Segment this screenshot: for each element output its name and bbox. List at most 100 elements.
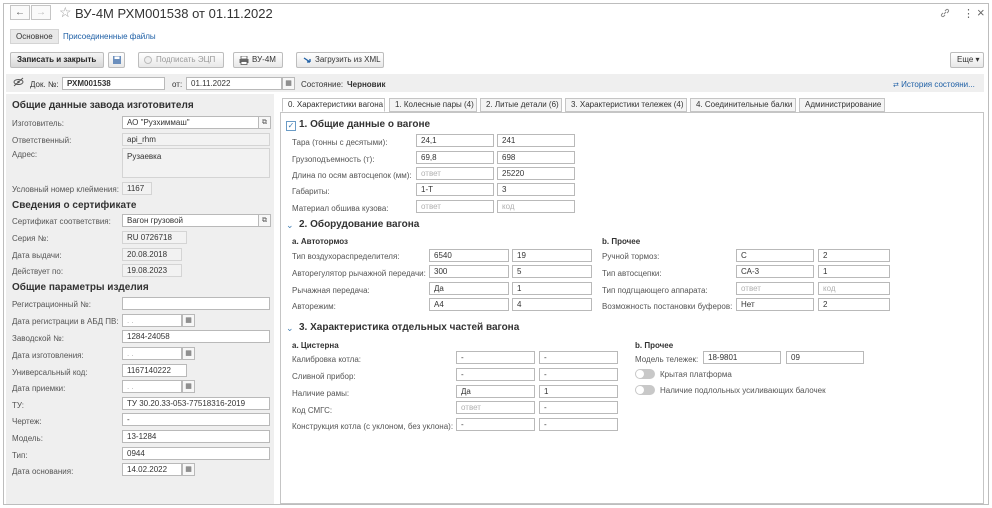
calendar-icon[interactable]: ▦ <box>282 77 295 90</box>
s1-row-value-b[interactable]: 25220 <box>497 167 575 180</box>
doc-date-field[interactable]: 01.11.2022 <box>186 77 282 90</box>
s2b-row-value-b[interactable]: 2 <box>818 298 890 311</box>
covered-platform-toggle[interactable] <box>635 369 655 379</box>
forward-button[interactable]: → <box>31 5 51 20</box>
s1-row-label: Тара (тонны с десятыми): <box>292 138 388 147</box>
s3a-row-value-b[interactable]: - <box>539 418 618 431</box>
bogie-model-value-a[interactable]: 18-9801 <box>703 351 781 364</box>
save-and-close-button[interactable]: Записать и закрыть <box>10 52 104 68</box>
s3a-row-value-a[interactable]: Да <box>456 385 535 398</box>
history-link[interactable]: ⇄ История состояни... <box>893 79 975 91</box>
manufacturer-label: Изготовитель: <box>12 119 64 128</box>
responsible-label: Ответственный: <box>12 136 72 145</box>
s1-row-label: Длина по осям автосцепок (мм): <box>292 171 412 180</box>
s2a-row-value-b[interactable]: 4 <box>512 298 592 311</box>
calendar-icon[interactable]: ▦ <box>182 347 195 360</box>
doc-no-field[interactable]: РХМ001538 <box>62 77 165 90</box>
cert-field[interactable]: Вагон грузовой <box>122 214 259 227</box>
chevron-down-icon[interactable]: ⌄ <box>286 323 294 334</box>
factory-no-field[interactable]: 1284-24058 <box>122 330 270 343</box>
universal-code-field[interactable]: 1167140222 <box>122 364 187 377</box>
s1-row-value-b[interactable]: 698 <box>497 151 575 164</box>
link-icon[interactable] <box>940 8 950 20</box>
close-icon[interactable]: × <box>977 5 985 20</box>
s3a-row-value-a[interactable]: - <box>456 418 535 431</box>
s2a-row-label: Тип воздухораспределителя: <box>292 252 400 261</box>
doc-no-label: Док. №: <box>30 80 59 89</box>
calendar-icon[interactable]: ▦ <box>182 463 195 476</box>
tab-connecting-beams[interactable]: 4. Соединительные балки <box>690 98 796 112</box>
s2a-row-value-a[interactable]: 300 <box>429 265 509 278</box>
calendar-icon[interactable]: ▦ <box>182 314 195 327</box>
manufacture-date-field[interactable]: . . <box>122 347 182 360</box>
drawing-field[interactable]: - <box>122 413 270 426</box>
s1-row-value-b[interactable]: 3 <box>497 183 575 196</box>
s2a-row-value-b[interactable]: 1 <box>512 282 592 295</box>
s2b-row-value-b[interactable]: код <box>818 282 890 295</box>
more-button[interactable]: Еще ▾ <box>950 52 984 68</box>
save-button[interactable] <box>108 52 125 68</box>
s2b-row-value-a[interactable]: ответ <box>736 282 814 295</box>
sign-button[interactable]: Подписать ЭЦП <box>138 52 224 68</box>
s2b-row-value-a[interactable]: Нет <box>736 298 814 311</box>
s3a-row-value-b[interactable]: - <box>539 351 618 364</box>
s2b-row-label: Ручной тормоз: <box>602 252 660 261</box>
tab-bogie-characteristics[interactable]: 3. Характеристики тележек (4) <box>565 98 687 112</box>
tab-wagon-characteristics[interactable]: 0. Характеристики вагона <box>282 98 385 112</box>
s2a-row-value-b[interactable]: 5 <box>512 265 592 278</box>
s1-row-value-b[interactable]: 241 <box>497 134 575 147</box>
tab-administration[interactable]: Администрирование <box>799 98 885 112</box>
s3a-row-value-a[interactable]: - <box>456 351 535 364</box>
tab-main[interactable]: Основное <box>10 29 59 44</box>
tu-field[interactable]: ТУ 30.20.33-053-77518316-2019 <box>122 397 270 410</box>
tab-attached-files[interactable]: Присоединенные файлы <box>63 31 156 42</box>
s2a-row-value-a[interactable]: А4 <box>429 298 509 311</box>
reg-no-field[interactable] <box>122 297 270 310</box>
s2b-row-value-b[interactable]: 1 <box>818 265 890 278</box>
more-menu-icon[interactable]: ⋮ <box>963 7 974 20</box>
s3a-row-value-a[interactable]: ответ <box>456 401 535 414</box>
s2a-row-value-a[interactable]: 6540 <box>429 249 509 262</box>
hidden-eye-icon[interactable] <box>13 77 24 90</box>
floor-beams-toggle[interactable] <box>635 385 655 395</box>
sign-icon <box>144 56 152 64</box>
favorite-star-icon[interactable]: ☆ <box>59 4 72 21</box>
model-field[interactable]: 13-1284 <box>122 430 270 443</box>
s2b-row-label: Тип подгщающего аппарата: <box>602 286 708 295</box>
back-button[interactable]: ← <box>10 5 30 20</box>
open-cert-icon[interactable]: ⧉ <box>258 214 271 227</box>
drawing-label: Чертеж: <box>12 417 42 426</box>
s1-row-value-b[interactable]: код <box>497 200 575 213</box>
s2b-row-value-b[interactable]: 2 <box>818 249 890 262</box>
s1-row-value-a[interactable]: ответ <box>416 167 494 180</box>
s2a-row-label: Авторежим: <box>292 302 336 311</box>
type-field[interactable]: 0944 <box>122 447 270 460</box>
chevron-down-icon[interactable]: ⌄ <box>286 220 294 231</box>
s1-row-value-a[interactable]: 24,1 <box>416 134 494 147</box>
open-link-icon[interactable]: ⧉ <box>258 116 271 129</box>
collapse-checkbox-icon[interactable]: ✓ <box>286 121 296 131</box>
reg-date-field[interactable]: . . <box>122 314 182 327</box>
s3a-row-value-a[interactable]: - <box>456 368 535 381</box>
s2a-row-value-a[interactable]: Да <box>429 282 509 295</box>
history-label: История состояни... <box>901 80 975 89</box>
s1-row-value-a[interactable]: ответ <box>416 200 494 213</box>
s1-row-value-a[interactable]: 1-Т <box>416 183 494 196</box>
bogie-model-value-b[interactable]: 09 <box>786 351 864 364</box>
s2a-row-value-b[interactable]: 19 <box>512 249 592 262</box>
acceptance-date-field[interactable]: . . <box>122 380 182 393</box>
calendar-icon[interactable]: ▦ <box>182 380 195 393</box>
tab-cast-parts[interactable]: 2. Литые детали (6) <box>480 98 562 112</box>
s3a-row-value-b[interactable]: - <box>539 368 618 381</box>
section2-title: 2. Оборудование вагона <box>299 219 420 230</box>
s3a-row-value-b[interactable]: - <box>539 401 618 414</box>
load-xml-button[interactable]: Загрузить из XML <box>296 52 384 68</box>
print-button[interactable]: ВУ-4М <box>233 52 283 68</box>
s2b-row-value-a[interactable]: С <box>736 249 814 262</box>
s3a-row-value-b[interactable]: 1 <box>539 385 618 398</box>
s2b-row-value-a[interactable]: СА-3 <box>736 265 814 278</box>
manufacturer-field[interactable]: АО "Рузхиммаш" <box>122 116 259 129</box>
s1-row-value-a[interactable]: 69,8 <box>416 151 494 164</box>
tab-wheel-pairs[interactable]: 1. Колесные пары (4) <box>389 98 477 112</box>
basis-date-field[interactable]: 14.02.2022 <box>122 463 182 476</box>
